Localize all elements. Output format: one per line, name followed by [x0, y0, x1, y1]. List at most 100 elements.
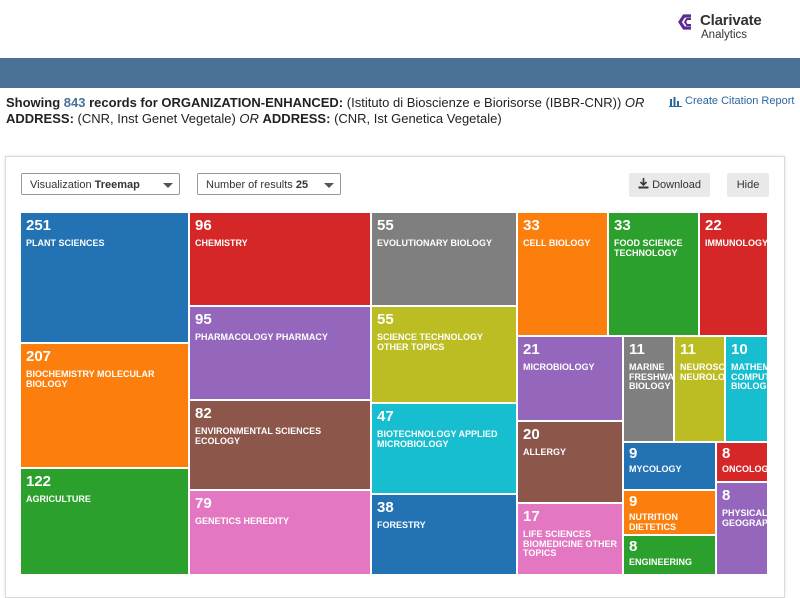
query-operator: OR: [624, 95, 645, 110]
treemap-tile[interactable]: 11 MARINE FRESHWATER BIOLOGY: [623, 336, 674, 442]
chevron-down-icon: [163, 183, 173, 188]
treemap-tile-label: NEUROSCIENCES NEUROLOGY: [680, 362, 725, 382]
treemap-tile-count: 55: [377, 311, 394, 328]
query-value-address: (CNR, Ist Genetica Vegetale): [334, 111, 502, 126]
search-query-summary: Showing 843 records for ORGANIZATION-ENH…: [6, 95, 646, 127]
treemap-tile[interactable]: 95 PHARMACOLOGY PHARMACY: [189, 306, 371, 400]
treemap-tile-label: MARINE FRESHWATER BIOLOGY: [629, 362, 674, 391]
treemap-tile-count: 82: [195, 405, 212, 422]
create-citation-report-link[interactable]: Create Citation Report: [669, 95, 794, 107]
treemap-tile-count: 11: [680, 341, 696, 358]
treemap-tile-count: 207: [26, 348, 52, 365]
logo-name: Clarivate: [700, 12, 762, 29]
treemap-tile-label: MYCOLOGY: [629, 464, 682, 474]
treemap-tile[interactable]: 122 AGRICULTURE: [20, 468, 189, 575]
treemap-tile-count: 11: [629, 341, 645, 358]
treemap-tile[interactable]: 207 BIOCHEMISTRY MOLECULAR BIOLOGY: [20, 343, 189, 468]
treemap-tile-count: 55: [377, 217, 394, 234]
treemap-tile-count: 251: [26, 217, 52, 234]
treemap-tile[interactable]: 55 EVOLUTIONARY BIOLOGY: [371, 212, 517, 306]
treemap-tile[interactable]: 8 ENGINEERING: [623, 535, 716, 575]
treemap-tile[interactable]: 10 MATHEMATICAL COMPUTATIONAL BIOLOGY: [725, 336, 768, 442]
treemap-tile-label: ENVIRONMENTAL SCIENCES ECOLOGY: [195, 426, 322, 446]
treemap-tile-count: 9: [629, 493, 638, 510]
treemap-tile-label: FORESTRY: [377, 520, 426, 530]
treemap-tile[interactable]: 21 MICROBIOLOGY: [517, 336, 623, 421]
treemap-tile-label: FOOD SCIENCE TECHNOLOGY: [614, 238, 683, 258]
navigation-bar: [0, 58, 800, 88]
treemap-tile[interactable]: 96 CHEMISTRY: [189, 212, 371, 306]
treemap-tile-count: 8: [722, 445, 731, 462]
treemap-tile[interactable]: 9 MYCOLOGY: [623, 442, 716, 490]
treemap-tile[interactable]: 33 FOOD SCIENCE TECHNOLOGY: [608, 212, 699, 336]
clarivate-logo-icon: [678, 14, 691, 30]
treemap-tile-label: CHEMISTRY: [195, 238, 248, 248]
treemap-tile[interactable]: 82 ENVIRONMENTAL SCIENCES ECOLOGY: [189, 400, 371, 490]
query-value-address: (CNR, Inst Genet Vegetale): [77, 111, 236, 126]
query-field-organization: ORGANIZATION-ENHANCED:: [161, 95, 344, 110]
treemap-tile-label: BIOTECHNOLOGY APPLIED MICROBIOLOGY: [377, 429, 498, 449]
treemap-tile[interactable]: 22 IMMUNOLOGY: [699, 212, 768, 336]
treemap-tile-label: PLANT SCIENCES: [26, 238, 105, 248]
records-for-label: records for: [89, 95, 158, 110]
citation-report-label: Create Citation Report: [685, 95, 795, 107]
query-value-organization: (Istituto di Bioscienze e Biorisorse (IB…: [346, 95, 622, 110]
query-field-address: ADDRESS:: [6, 111, 74, 126]
hide-label: Hide: [736, 179, 760, 191]
visualization-select[interactable]: Visualization Treemap: [21, 173, 180, 195]
treemap-tile-label: BIOCHEMISTRY MOLECULAR BIOLOGY: [26, 369, 155, 389]
treemap-tile-count: 96: [195, 217, 212, 234]
treemap-tile-count: 17: [523, 508, 540, 525]
treemap-tile-count: 47: [377, 408, 394, 425]
treemap-tile-label: PHYSICAL GEOGRAPHY: [722, 508, 768, 528]
treemap-tile-label: ALLERGY: [523, 447, 567, 457]
treemap-tile[interactable]: 38 FORESTRY: [371, 494, 517, 575]
treemap-tile-count: 79: [195, 495, 212, 512]
treemap-tile-label: PHARMACOLOGY PHARMACY: [195, 332, 328, 342]
treemap-tile[interactable]: 17 LIFE SCIENCES BIOMEDICINE OTHER TOPICS: [517, 503, 623, 575]
treemap-tile[interactable]: 33 CELL BIOLOGY: [517, 212, 608, 336]
treemap-tile[interactable]: 8 PHYSICAL GEOGRAPHY: [716, 482, 768, 575]
download-label: Download: [652, 179, 701, 191]
record-count[interactable]: 843: [64, 95, 86, 110]
treemap-tile-count: 10: [731, 341, 748, 358]
treemap-tile-count: 9: [629, 445, 638, 462]
treemap-tile-label: MICROBIOLOGY: [523, 362, 595, 372]
treemap-tile-count: 33: [614, 217, 631, 234]
visualization-select-label: Visualization: [30, 179, 92, 191]
treemap-tile-count: 22: [705, 217, 722, 234]
clarivate-logo[interactable]: Clarivate Analytics: [678, 12, 788, 46]
download-button[interactable]: Download: [629, 173, 710, 197]
hide-button[interactable]: Hide: [727, 173, 769, 197]
treemap-tile[interactable]: 251 PLANT SCIENCES: [20, 212, 189, 343]
treemap-tile-count: 33: [523, 217, 540, 234]
treemap-tile-label: AGRICULTURE: [26, 494, 91, 504]
treemap-tile[interactable]: 79 GENETICS HEREDITY: [189, 490, 371, 575]
treemap-tile-count: 8: [629, 538, 638, 555]
treemap-chart: 251 PLANT SCIENCES 207 BIOCHEMISTRY MOLECUL…: [20, 212, 768, 575]
treemap-tile[interactable]: 47 BIOTECHNOLOGY APPLIED MICROBIOLOGY: [371, 403, 517, 494]
treemap-tile-label: LIFE SCIENCES BIOMEDICINE OTHER TOPICS: [523, 529, 618, 558]
treemap-tile-label: ONCOLOGY: [722, 464, 768, 474]
treemap-tile-label: NUTRITION DIETETICS: [629, 512, 678, 532]
bar-chart-icon: [669, 96, 682, 107]
number-of-results-select[interactable]: Number of results 25: [197, 173, 341, 195]
download-icon: [638, 178, 649, 189]
treemap-tile-count: 20: [523, 426, 540, 443]
treemap-tile-count: 21: [523, 341, 540, 358]
treemap-tile[interactable]: 20 ALLERGY: [517, 421, 623, 503]
treemap-tile-count: 122: [26, 473, 52, 490]
treemap-tile-count: 95: [195, 311, 212, 328]
treemap-tile[interactable]: 8 ONCOLOGY: [716, 442, 768, 482]
treemap-tile[interactable]: 9 NUTRITION DIETETICS: [623, 490, 716, 535]
treemap-tile-count: 8: [722, 487, 731, 504]
treemap-tile[interactable]: 55 SCIENCE TECHNOLOGY OTHER TOPICS: [371, 306, 517, 403]
chevron-down-icon: [324, 183, 334, 188]
treemap-tile-label: ENGINEERING: [629, 557, 693, 567]
treemap-tile[interactable]: 11 NEUROSCIENCES NEUROLOGY: [674, 336, 725, 442]
page-header: Clarivate Analytics: [0, 0, 800, 58]
visualization-select-value: Treemap: [94, 179, 140, 191]
number-of-results-label: Number of results: [206, 179, 293, 191]
showing-label: Showing: [6, 95, 61, 110]
treemap-tile-label: IMMUNOLOGY: [705, 238, 768, 248]
